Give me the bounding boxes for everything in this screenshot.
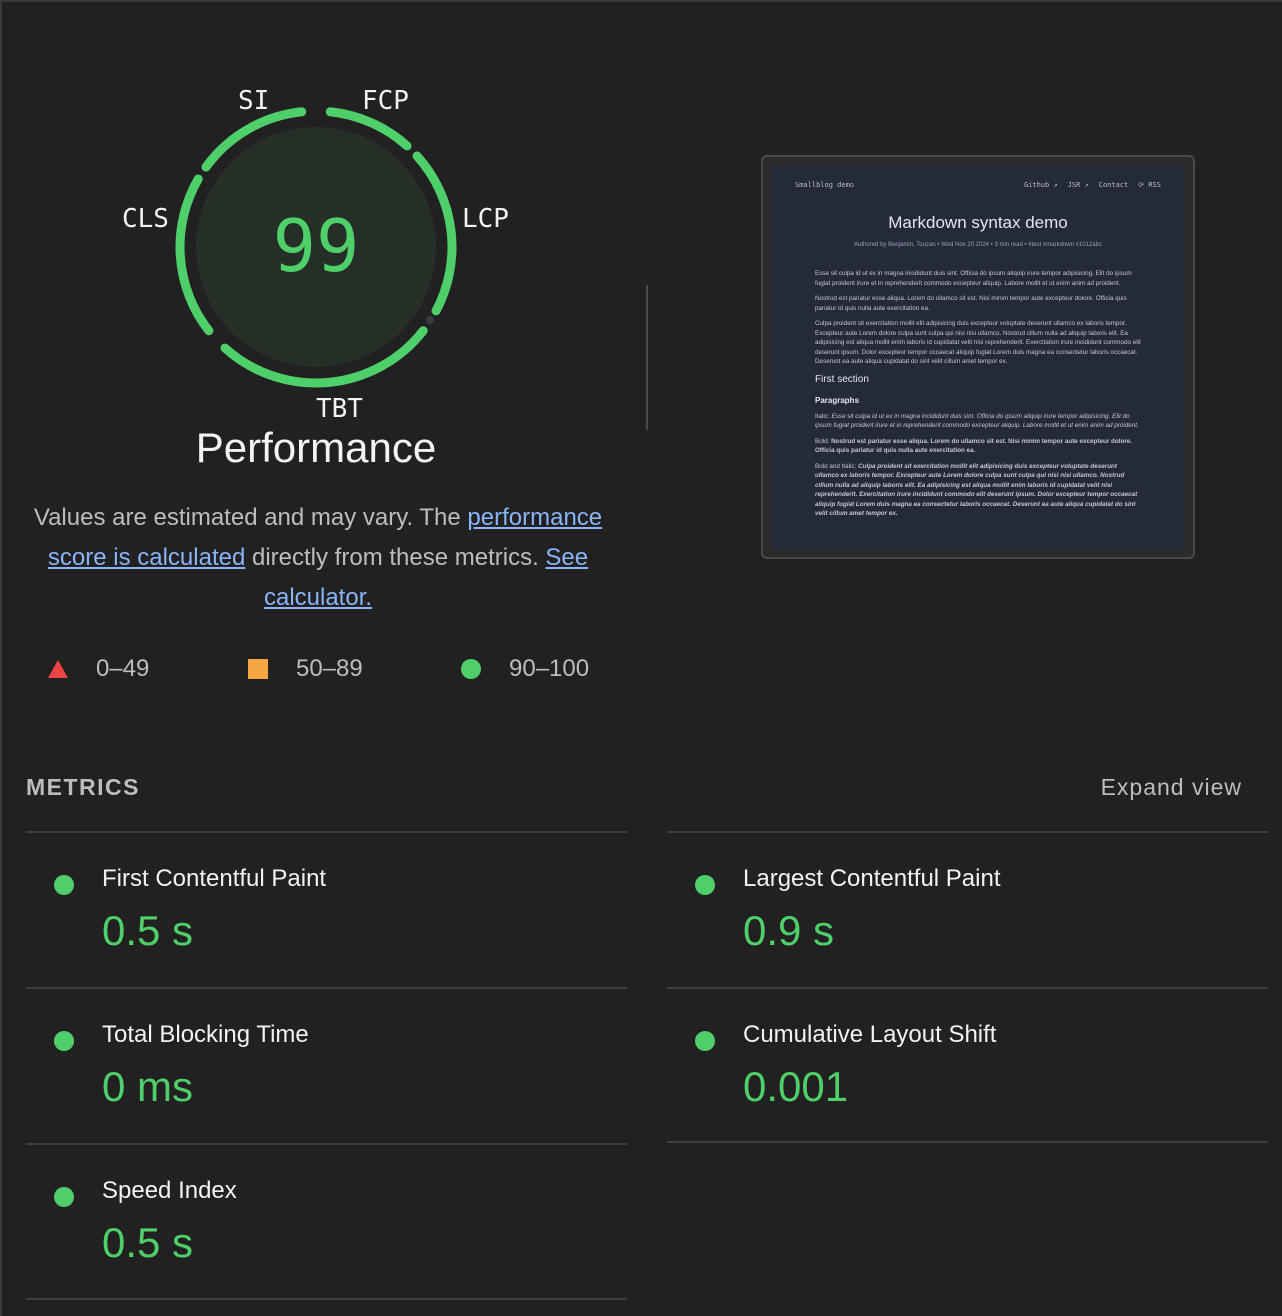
thumb-meta: Authored by Benjamin, Touzan • Wed Nov 2… — [854, 242, 1102, 248]
thumb-paragraph: Esse sit culpa id ut ex in magna incidid… — [815, 270, 1132, 287]
thumb-brand: Smallblog demo — [795, 181, 855, 189]
screenshot-page: Smallblog demo Github ↗ JSR ↗ Contact ⟳ … — [771, 165, 1185, 549]
thumb-bold-text: Nostrud est pariatur esse aliqua. Lorem … — [815, 437, 1133, 455]
thumb-paragraph: Bold: Nostrud est pariatur esse aliqua. … — [815, 437, 1141, 456]
pass-circle-icon — [54, 875, 74, 895]
metric-si: Speed Index 0.5 s — [26, 1145, 626, 1300]
thumb-body: Esse sit culpa id ut ex in magna incidid… — [815, 269, 1141, 525]
gauge-label-si: SI — [238, 86, 270, 116]
legend-fail: 0–49 — [48, 654, 149, 684]
score-description: Values are estimated and may vary. The p… — [26, 498, 610, 618]
metric-label: Cumulative Layout Shift — [743, 1021, 997, 1048]
thumb-heading: First section — [815, 373, 869, 385]
gauge-label-fcp: FCP — [362, 86, 409, 116]
performance-title: Performance — [195, 424, 437, 471]
thumb-nav: Github ↗ JSR ↗ Contact ⟳ RSS — [1024, 181, 1161, 189]
performance-score: 99 — [272, 204, 360, 288]
thumb-nav-item: Contact — [1098, 181, 1129, 189]
thumb-paragraph: Nostrud est pariatur esse aliqua. Lorem … — [815, 295, 1127, 312]
metrics-title: METRICS — [26, 774, 140, 800]
legend-pass-label: 90–100 — [509, 655, 590, 682]
legend-average: 50–89 — [248, 654, 363, 684]
description-text-2: directly from these metrics. — [245, 544, 546, 571]
metric-label: Largest Contentful Paint — [743, 865, 1001, 892]
metric-value: 0.5 s — [102, 1219, 194, 1266]
metric-value: 0.9 s — [743, 907, 835, 954]
gauge-end-dot — [426, 316, 434, 324]
metric-label: First Contentful Paint — [102, 865, 327, 892]
metric-fcp: First Contentful Paint 0.5 s — [26, 833, 626, 988]
performance-gauge[interactable]: SI FCP LCP CLS TBT 99 Performance — [110, 80, 530, 480]
pass-circle-icon — [695, 875, 715, 895]
metric-value: 0.5 s — [102, 907, 194, 954]
thumb-nav-item: JSR ↗ — [1067, 181, 1089, 189]
circle-icon — [461, 659, 481, 679]
metric-value: 0 ms — [102, 1063, 194, 1110]
triangle-icon — [48, 660, 68, 678]
thumb-subheading: Paragraphs — [815, 396, 860, 405]
description-text: Values are estimated and may vary. The — [33, 504, 468, 531]
thumb-paragraph: Italic: Esse sit culpa id ut ex in magna… — [815, 412, 1141, 431]
thumb-paragraph: Bold and Italic: Culpa proident sit exer… — [815, 462, 1141, 519]
metric-cls: Cumulative Layout Shift 0.001 — [667, 989, 1267, 1144]
divider — [646, 285, 648, 430]
pass-circle-icon — [695, 1031, 715, 1051]
square-icon — [248, 659, 268, 679]
gauge-label-lcp: LCP — [462, 204, 509, 234]
metric-value: 0.001 — [743, 1063, 849, 1110]
thumb-italic-text: Esse sit culpa id ut ex in magna incidid… — [815, 412, 1139, 430]
thumb-label: Italic: — [815, 412, 832, 420]
legend-pass: 90–100 — [461, 654, 589, 684]
expand-view-button[interactable]: Expand view — [1101, 774, 1242, 801]
thumb-nav-item: ⟳ RSS — [1138, 181, 1161, 189]
metric-label: Total Blocking Time — [102, 1021, 309, 1048]
metric-tbt: Total Blocking Time 0 ms — [26, 989, 626, 1144]
thumb-title: Markdown syntax demo — [888, 213, 1068, 232]
thumb-label: Bold and Italic: — [815, 462, 859, 470]
pass-circle-icon — [54, 1031, 74, 1051]
final-screenshot[interactable]: Smallblog demo Github ↗ JSR ↗ Contact ⟳ … — [761, 155, 1195, 559]
thumb-bold-italic-text: Culpa proident sit exercitation mollit e… — [815, 462, 1138, 518]
divider — [667, 1141, 1268, 1143]
legend-average-label: 50–89 — [296, 655, 363, 682]
thumb-paragraph: Culpa proident sit exercitation mollit e… — [815, 320, 1141, 365]
gauge-label-tbt: TBT — [316, 394, 363, 424]
metric-label: Speed Index — [102, 1177, 237, 1204]
pass-circle-icon — [54, 1187, 74, 1207]
legend-fail-label: 0–49 — [96, 655, 150, 682]
metric-lcp: Largest Contentful Paint 0.9 s — [667, 833, 1267, 988]
divider — [26, 1298, 627, 1300]
thumb-nav-item: Github ↗ — [1023, 181, 1058, 189]
gauge-label-cls: CLS — [122, 204, 169, 234]
thumb-label: Bold: — [815, 437, 832, 445]
